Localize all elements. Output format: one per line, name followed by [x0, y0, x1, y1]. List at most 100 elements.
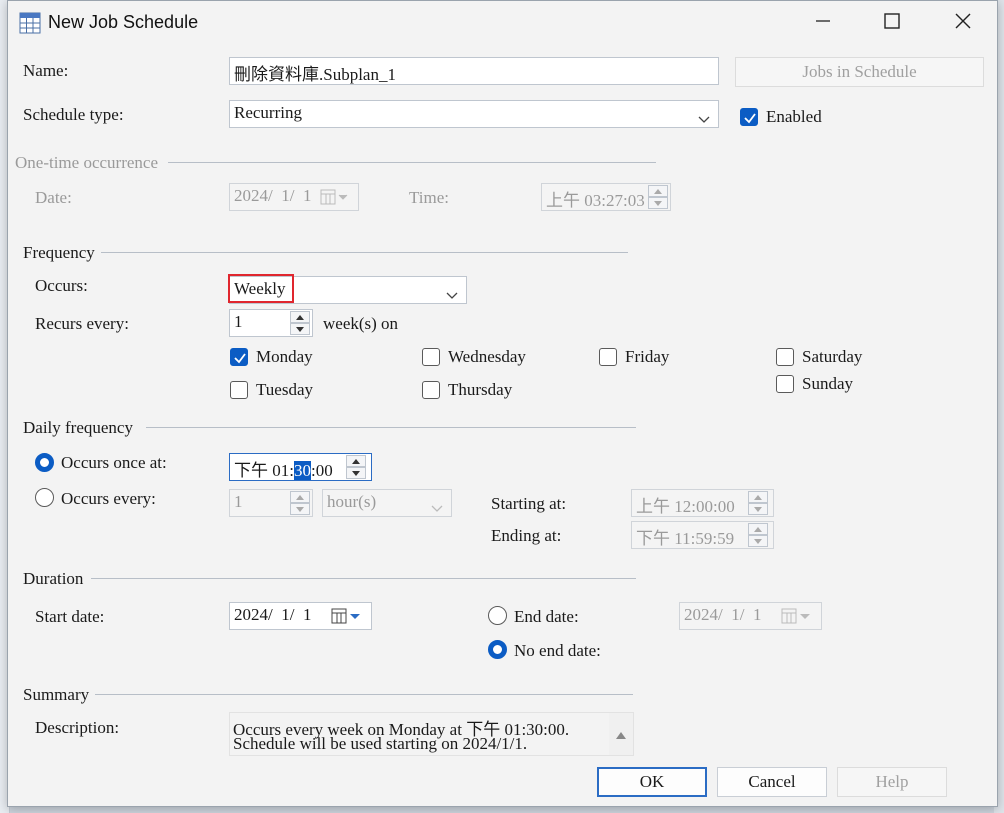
chevron-down-icon [446, 285, 458, 303]
spinner-down-icon[interactable] [290, 503, 310, 515]
ending-at-spinner[interactable] [748, 523, 768, 547]
end-date-label: End date: [514, 607, 579, 626]
description-scrollbar[interactable] [609, 713, 633, 755]
summary-divider [95, 694, 633, 695]
once-time-selected-minutes: 30 [293, 461, 311, 480]
end-date-value: 2024/ 1/ 1 [684, 605, 762, 624]
time-label: Time: [409, 188, 450, 207]
spinner-up-icon[interactable] [346, 455, 366, 467]
tuesday-label: Tuesday [256, 380, 313, 399]
table-icon [19, 12, 41, 34]
spinner-up-icon[interactable] [290, 491, 310, 503]
end-date-picker[interactable]: 2024/ 1/ 1 [679, 602, 822, 630]
jobs-in-schedule-button[interactable]: Jobs in Schedule [735, 57, 984, 87]
description-line-2: Schedule will be used starting on 2024/1… [233, 734, 528, 753]
saturday-checkbox[interactable] [776, 348, 794, 366]
one-time-divider [168, 162, 656, 163]
minimize-button[interactable] [805, 7, 841, 39]
frequency-divider [101, 252, 628, 253]
frequency-heading: Frequency [23, 243, 95, 262]
starting-at-label: Starting at: [491, 494, 567, 513]
one-time-heading: One-time occurrence [15, 153, 158, 172]
spinner-down-icon[interactable] [748, 503, 768, 515]
occurs-once-radio[interactable] [35, 453, 54, 472]
close-icon [955, 13, 971, 34]
start-date-picker[interactable]: 2024/ 1/ 1 [229, 602, 372, 630]
occurs-every-label: Occurs every: [61, 489, 156, 508]
saturday-label: Saturday [802, 347, 863, 366]
daily-frequency-heading: Daily frequency [23, 418, 133, 437]
calendar-icon [781, 608, 811, 629]
spinner-down-icon[interactable] [748, 535, 768, 547]
schedule-type-select[interactable]: Recurring [229, 100, 719, 128]
title-bar[interactable]: New Job Schedule [8, 1, 997, 45]
spinner-up-icon[interactable] [290, 311, 310, 323]
ending-at-label: Ending at: [491, 526, 562, 545]
start-date-value: 2024/ 1/ 1 [234, 605, 312, 624]
scroll-up-icon[interactable] [616, 724, 626, 744]
recurs-suffix: week(s) on [323, 314, 399, 333]
help-button[interactable]: Help [837, 767, 947, 797]
one-time-date-picker[interactable]: 2024/ 1/ 1 [229, 183, 359, 211]
monday-label: Monday [256, 347, 313, 366]
name-label: Name: [23, 61, 69, 80]
one-time-time-spinner[interactable] [648, 185, 668, 209]
calendar-icon[interactable] [331, 608, 361, 629]
thursday-label: Thursday [448, 380, 513, 399]
annotation-highlight-box [228, 274, 294, 303]
end-date-radio[interactable] [488, 606, 507, 625]
occurs-every-radio[interactable] [35, 488, 54, 507]
description-box[interactable]: Occurs every week on Monday at 下午 01:30:… [229, 712, 634, 756]
friday-checkbox[interactable] [599, 348, 617, 366]
minimize-icon [815, 13, 831, 34]
enabled-checkbox[interactable] [740, 108, 758, 126]
occurs-every-unit: hour(s) [327, 492, 377, 511]
occurs-every-unit-select[interactable]: hour(s) [322, 489, 452, 517]
starting-at-spinner[interactable] [748, 491, 768, 515]
recurs-every-value: 1 [234, 312, 243, 331]
wednesday-label: Wednesday [448, 347, 526, 366]
sunday-label: Sunday [802, 374, 853, 393]
name-field[interactable]: 刪除資料庫.Subplan_1 [229, 57, 719, 85]
wednesday-checkbox[interactable] [422, 348, 440, 366]
date-label: Date: [35, 188, 72, 207]
calendar-icon [320, 189, 348, 210]
ending-at-value: 下午 11:59:59 [636, 529, 735, 548]
occurs-every-value: 1 [234, 492, 243, 511]
one-time-date-value: 2024/ 1/ 1 [234, 186, 312, 205]
spinner-up-icon[interactable] [648, 185, 668, 197]
once-time-prefix: 下午 01: [234, 461, 294, 480]
starting-at-value: 上午 12:00:00 [636, 497, 735, 516]
schedule-type-value: Recurring [234, 103, 302, 122]
ok-button[interactable]: OK [597, 767, 707, 797]
tuesday-checkbox[interactable] [230, 381, 248, 399]
no-end-date-radio[interactable] [488, 640, 507, 659]
spinner-down-icon[interactable] [346, 467, 366, 479]
enabled-label: Enabled [766, 107, 822, 126]
duration-divider [91, 578, 636, 579]
summary-heading: Summary [23, 685, 90, 704]
dialog-window: New Job Schedule Name: 刪除資料庫.Subplan_1 J… [7, 0, 998, 807]
chevron-down-icon [431, 498, 443, 516]
recurs-every-spinner[interactable] [290, 311, 310, 335]
monday-checkbox[interactable] [230, 348, 248, 366]
spinner-down-icon[interactable] [290, 323, 310, 335]
spinner-up-icon[interactable] [748, 491, 768, 503]
thursday-checkbox[interactable] [422, 381, 440, 399]
schedule-type-label: Schedule type: [23, 105, 124, 124]
spinner-up-icon[interactable] [748, 523, 768, 535]
occurs-once-spinner[interactable] [346, 455, 366, 479]
close-button[interactable] [945, 7, 981, 39]
cancel-button[interactable]: Cancel [717, 767, 827, 797]
once-time-suffix: :00 [310, 461, 333, 480]
occurs-once-label: Occurs once at: [61, 453, 167, 472]
maximize-icon [884, 12, 900, 34]
maximize-button[interactable] [874, 7, 910, 39]
window-title: New Job Schedule [48, 12, 199, 32]
spinner-down-icon[interactable] [648, 197, 668, 209]
start-date-label: Start date: [35, 607, 105, 626]
sunday-checkbox[interactable] [776, 375, 794, 393]
daily-frequency-divider [146, 427, 636, 428]
occurs-every-spinner[interactable] [290, 491, 310, 515]
recurs-every-label: Recurs every: [35, 314, 129, 333]
